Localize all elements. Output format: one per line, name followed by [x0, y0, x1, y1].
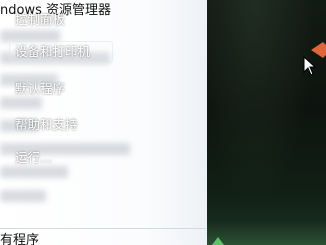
menu-item-default-programs[interactable]: 默认程序: [9, 78, 113, 100]
divider: [0, 228, 206, 229]
menu-item-help-and-support[interactable]: 帮助和支持: [9, 114, 113, 136]
menu-item-run[interactable]: 运行...: [9, 147, 113, 169]
menu-item-devices-and-printers[interactable]: 设备和打印机: [9, 41, 113, 63]
menu-item-label: 默认程序: [15, 81, 66, 96]
menu-item-label: 设备和打印机: [15, 44, 91, 59]
mouse-pointer-icon: [303, 56, 317, 76]
menu-item-label: 帮助和支持: [15, 117, 78, 132]
all-programs-label: 有程序: [0, 233, 40, 245]
menu-item-label: 运行...: [15, 150, 52, 165]
blurred-program-row[interactable]: [0, 190, 46, 202]
all-programs-item[interactable]: 有程序: [0, 232, 206, 245]
menu-item-control-panel[interactable]: 控制面板: [9, 9, 113, 31]
start-menu: ndows 资源管理器 有程序 控制面板 设备和打印机 默认程序 帮助和支持 运…: [0, 0, 326, 245]
green-glow-icon: [212, 237, 224, 245]
system-links-pane: [207, 0, 326, 245]
menu-item-label: 控制面板: [15, 12, 66, 27]
